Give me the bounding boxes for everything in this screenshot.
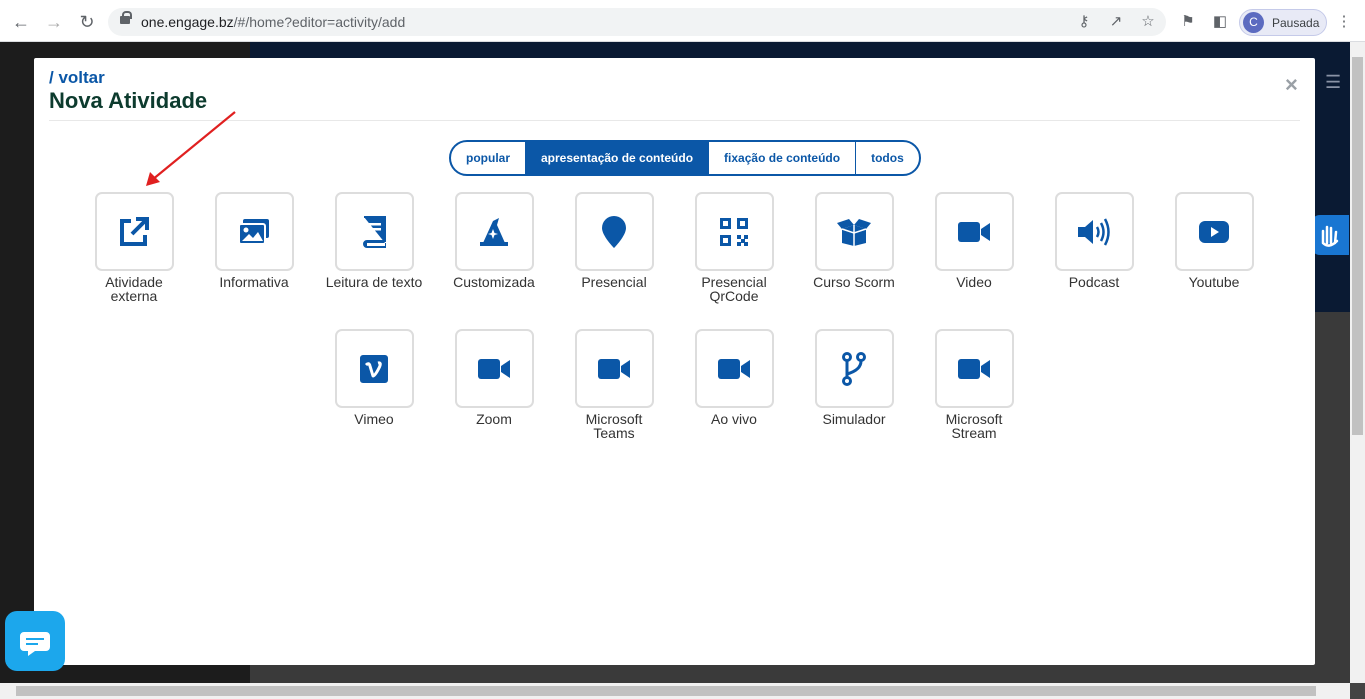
tile-box[interactable] xyxy=(334,192,414,271)
tile-label: Zoom xyxy=(476,411,512,427)
video-camera-icon xyxy=(957,358,991,380)
vertical-scroll-thumb[interactable] xyxy=(1352,57,1363,435)
book-icon xyxy=(360,215,388,249)
chat-icon xyxy=(5,632,65,675)
code-branch-icon xyxy=(841,351,867,386)
tile-label: Customizada xyxy=(453,274,535,290)
tile-label: Vimeo xyxy=(354,411,394,427)
map-pin-icon xyxy=(601,215,627,249)
activity-tile-custom[interactable]: Customizada xyxy=(444,192,544,289)
activity-tile-informative[interactable]: Informativa xyxy=(204,192,304,289)
hamburger-menu-icon[interactable]: ☰ xyxy=(1325,72,1341,93)
chat-button[interactable] xyxy=(5,611,65,671)
back-arrow-icon[interactable]: ← xyxy=(10,11,32,33)
profile-button[interactable]: C Pausada xyxy=(1239,9,1327,36)
annotation-arrow-icon xyxy=(146,111,236,186)
key-icon[interactable]: ⚷ xyxy=(1074,12,1094,32)
activity-tile-youtube[interactable]: Youtube xyxy=(1164,192,1264,289)
tile-label: Podcast xyxy=(1068,274,1120,290)
activity-tile-text-reading[interactable]: Leitura de texto xyxy=(324,192,424,289)
profile-label: Pausada xyxy=(1272,16,1320,30)
tab-content-fixation[interactable]: fixação de conteúdo xyxy=(708,142,855,174)
tile-box[interactable] xyxy=(454,329,534,408)
tile-label: Leitura de texto xyxy=(325,274,423,290)
tab-popular[interactable]: popular xyxy=(451,142,525,174)
tab-all[interactable]: todos xyxy=(855,142,919,174)
tile-box[interactable] xyxy=(694,329,774,408)
tile-label: Atividade externa xyxy=(105,274,163,304)
accessibility-hands-icon[interactable] xyxy=(1311,215,1349,255)
tile-label: Curso Scorm xyxy=(813,274,895,290)
tile-box[interactable] xyxy=(934,192,1014,271)
horizontal-scroll-thumb[interactable] xyxy=(16,686,1316,696)
youtube-icon xyxy=(1198,220,1230,244)
activity-tile-scorm[interactable]: Curso Scorm xyxy=(804,192,904,289)
activity-tile-external[interactable]: Atividade externa xyxy=(84,192,184,303)
video-camera-icon xyxy=(717,358,751,380)
qrcode-icon xyxy=(719,217,749,247)
video-camera-icon xyxy=(477,358,511,380)
tile-label: Microsoft Stream xyxy=(945,411,1003,441)
tile-box[interactable] xyxy=(214,192,294,271)
tile-box[interactable] xyxy=(814,192,894,271)
browser-toolbar: ← → ↻ one.engage.bz/#/home?editor=activi… xyxy=(0,0,1365,42)
url-text: one.engage.bz/#/home?editor=activity/add xyxy=(141,14,406,30)
tab-content-presentation[interactable]: apresentação de conteúdo xyxy=(525,142,709,174)
more-menu-icon[interactable]: ⋮ xyxy=(1334,12,1354,32)
share-icon[interactable]: ↗ xyxy=(1106,12,1126,32)
external-link-icon xyxy=(117,215,151,249)
activity-tile-stream[interactable]: Microsoft Stream xyxy=(924,329,1024,440)
extensions-icon[interactable]: ⚑ xyxy=(1178,12,1198,32)
activity-tile-teams[interactable]: Microsoft Teams xyxy=(564,329,664,440)
wizard-hat-icon xyxy=(477,215,511,249)
tile-box[interactable] xyxy=(454,192,534,271)
activity-tile-simulator[interactable]: Simulador xyxy=(804,329,904,426)
tile-label: Video xyxy=(956,274,992,290)
back-link[interactable]: / voltar xyxy=(49,68,105,88)
tile-box[interactable] xyxy=(94,192,174,271)
tile-label: Informativa xyxy=(219,274,289,290)
reload-icon[interactable]: ↻ xyxy=(76,11,98,33)
tile-label: Presencial QrCode xyxy=(701,274,767,304)
avatar: C xyxy=(1243,12,1264,33)
images-icon xyxy=(237,217,271,247)
star-icon[interactable]: ☆ xyxy=(1138,12,1158,32)
video-camera-icon xyxy=(597,358,631,380)
box-open-icon xyxy=(836,217,872,247)
tile-label: Youtube xyxy=(1188,274,1240,290)
video-camera-icon xyxy=(957,221,991,243)
tile-box[interactable] xyxy=(814,329,894,408)
tile-label: Presencial xyxy=(581,274,647,290)
activity-tile-video[interactable]: Video xyxy=(924,192,1024,289)
activity-tile-in-person[interactable]: Presencial xyxy=(564,192,664,289)
activity-tile-zoom[interactable]: Zoom xyxy=(444,329,544,426)
tile-box[interactable] xyxy=(1054,192,1134,271)
tile-box[interactable] xyxy=(1174,192,1254,271)
vertical-scrollbar[interactable] xyxy=(1350,42,1365,683)
tile-box[interactable] xyxy=(934,329,1014,408)
side-panel-icon[interactable]: ◧ xyxy=(1210,12,1230,32)
horizontal-scrollbar[interactable] xyxy=(0,683,1350,699)
close-icon[interactable]: × xyxy=(1285,72,1298,98)
tile-box[interactable] xyxy=(574,192,654,271)
tile-box[interactable] xyxy=(694,192,774,271)
volume-icon xyxy=(1077,217,1111,247)
lock-icon xyxy=(120,11,132,27)
vimeo-icon xyxy=(359,354,389,384)
tile-label: Ao vivo xyxy=(711,411,757,427)
tile-box[interactable] xyxy=(574,329,654,408)
activity-tile-live[interactable]: Ao vivo xyxy=(684,329,784,426)
tile-label: Simulador xyxy=(822,411,886,427)
category-tabs: popular apresentação de conteúdo fixação… xyxy=(449,140,921,176)
activity-tile-vimeo[interactable]: Vimeo xyxy=(324,329,424,426)
tile-label: Microsoft Teams xyxy=(585,411,643,441)
address-bar[interactable]: one.engage.bz/#/home?editor=activity/add… xyxy=(108,8,1166,36)
forward-arrow-icon[interactable]: → xyxy=(43,11,65,33)
activity-tile-podcast[interactable]: Podcast xyxy=(1044,192,1144,289)
tile-box[interactable] xyxy=(334,329,414,408)
activity-tile-in-person-qrcode[interactable]: Presencial QrCode xyxy=(684,192,784,303)
